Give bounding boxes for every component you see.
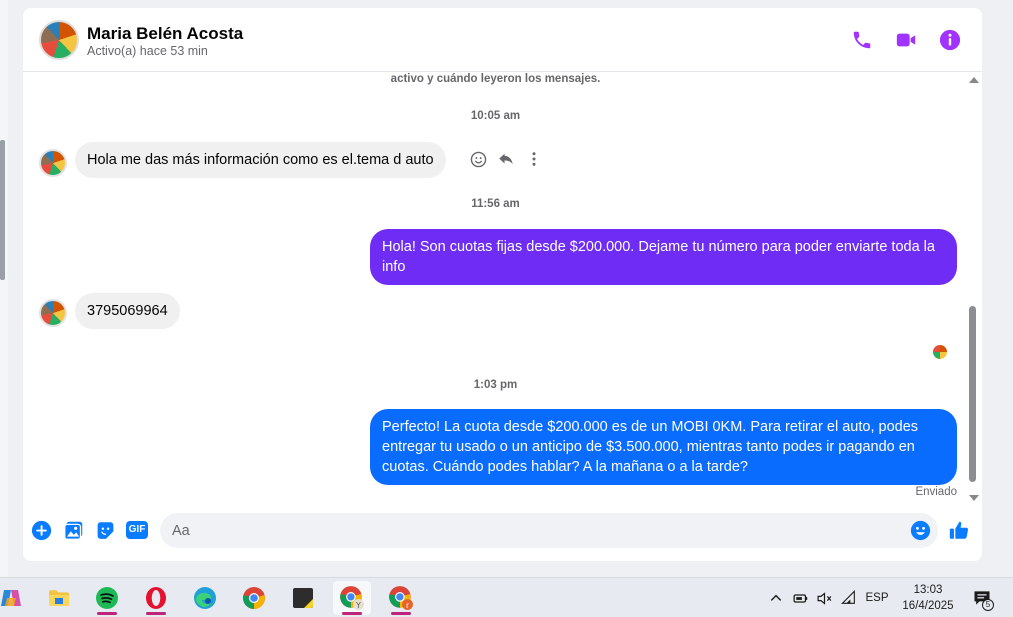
wifi-icon [841,590,855,604]
message-composer: GIF [23,505,982,561]
windows-taskbar: Y r ESP 13:03 16/4/2025 5 [0,577,1013,617]
gif-icon: GIF [125,521,149,539]
taskbar-app-chrome[interactable] [235,581,273,615]
contact-status: Activo(a) hace 53 min [87,44,208,58]
chevron-up-icon [770,594,782,601]
sticker-button[interactable] [94,519,116,541]
sender-avatar[interactable] [39,299,67,327]
network-status[interactable] [838,578,860,617]
chat-window: Maria Belén Acosta Activo(a) hace 53 min… [23,8,982,561]
timestamp: 1:03 pm [473,379,518,391]
outgoing-message[interactable]: Perfecto! La cuota desde $200.000 es de … [370,409,957,485]
opera-icon [146,587,166,609]
incoming-message[interactable]: 3795069964 [75,293,180,329]
chrome-profile-icon: Y [340,586,364,610]
timestamp: 11:56 am [471,198,520,210]
photo-icon [63,521,82,540]
system-clock[interactable]: 13:03 16/4/2025 [893,582,963,614]
smiley-icon [470,151,486,167]
taskbar-app-chrome-profile-y[interactable]: Y [333,581,371,615]
more-options-button[interactable] [525,150,543,168]
chat-header: Maria Belén Acosta Activo(a) hace 53 min [23,8,982,72]
phone-icon [853,31,871,49]
scroll-down-arrow[interactable] [969,495,979,501]
conversation-info-button[interactable] [938,28,962,52]
taskbar-app-file-explorer[interactable] [40,581,78,615]
more-vertical-icon [532,152,536,166]
incoming-message[interactable]: Hola me das más información como es el.t… [75,142,446,178]
taskbar-app-copilot[interactable] [0,581,30,615]
message-actions [469,150,543,168]
chat-scrollbar[interactable] [964,73,982,505]
sticky-notes-icon [293,588,313,608]
clock-date: 16/4/2025 [902,600,954,612]
message-list[interactable]: activo y cuándo leyeron los mensajes. 10… [23,73,968,505]
video-call-icon [896,33,916,47]
system-note: activo y cuándo leyeron los mensajes. [390,73,601,85]
svg-text:Y: Y [355,601,361,610]
emoji-icon [910,520,930,540]
volume-muted-icon [817,591,831,605]
background-window-scroll [0,140,5,280]
outgoing-message[interactable]: Hola! Son cuotas fijas desde $200.000. D… [370,229,957,285]
chrome-profile-icon: r [389,586,413,610]
timestamp: 10:05 am [470,110,521,122]
reply-button[interactable] [497,150,515,168]
folder-icon [49,590,70,606]
plus-icon [31,520,51,540]
input-language[interactable]: ESP [862,578,892,617]
edge-icon [194,587,216,609]
read-receipt-avatar [933,345,947,359]
react-button[interactable] [469,150,487,168]
sticker-icon [97,521,113,539]
scroll-up-arrow[interactable] [969,77,979,83]
taskbar-app-spotify[interactable] [88,581,126,615]
spotify-icon [96,587,118,609]
reply-icon [499,153,513,165]
like-button[interactable] [948,519,970,541]
volume-control[interactable] [813,578,835,617]
taskbar-app-opera[interactable] [137,581,175,615]
notification-center-button[interactable]: 5 [967,578,997,617]
taskbar-app-chrome-profile-r[interactable]: r [382,581,420,615]
notification-count-badge: 5 [982,599,994,611]
taskbar-app-edge[interactable] [186,581,224,615]
show-hidden-icons-button[interactable] [766,578,786,617]
gif-button[interactable]: GIF [125,519,149,541]
info-icon [939,29,961,51]
chrome-icon [243,587,265,609]
background-window-edge [0,0,8,577]
clock-time: 13:03 [913,584,943,596]
video-call-button[interactable] [894,28,918,52]
message-input[interactable] [160,513,938,548]
contact-avatar[interactable] [39,20,79,60]
emoji-button[interactable] [909,519,931,541]
more-actions-button[interactable] [30,519,52,541]
contact-name[interactable]: Maria Belén Acosta [87,24,243,44]
taskbar-app-sticky-notes[interactable] [284,581,322,615]
phone-call-button[interactable] [850,28,874,52]
scroll-thumb[interactable] [969,306,976,482]
like-icon [949,521,969,539]
attach-media-button[interactable] [62,519,84,541]
battery-status[interactable] [789,578,811,617]
copilot-icon [1,590,21,606]
delivery-status: Enviado [915,486,957,498]
sender-avatar[interactable] [39,149,67,177]
battery-icon [792,593,807,603]
